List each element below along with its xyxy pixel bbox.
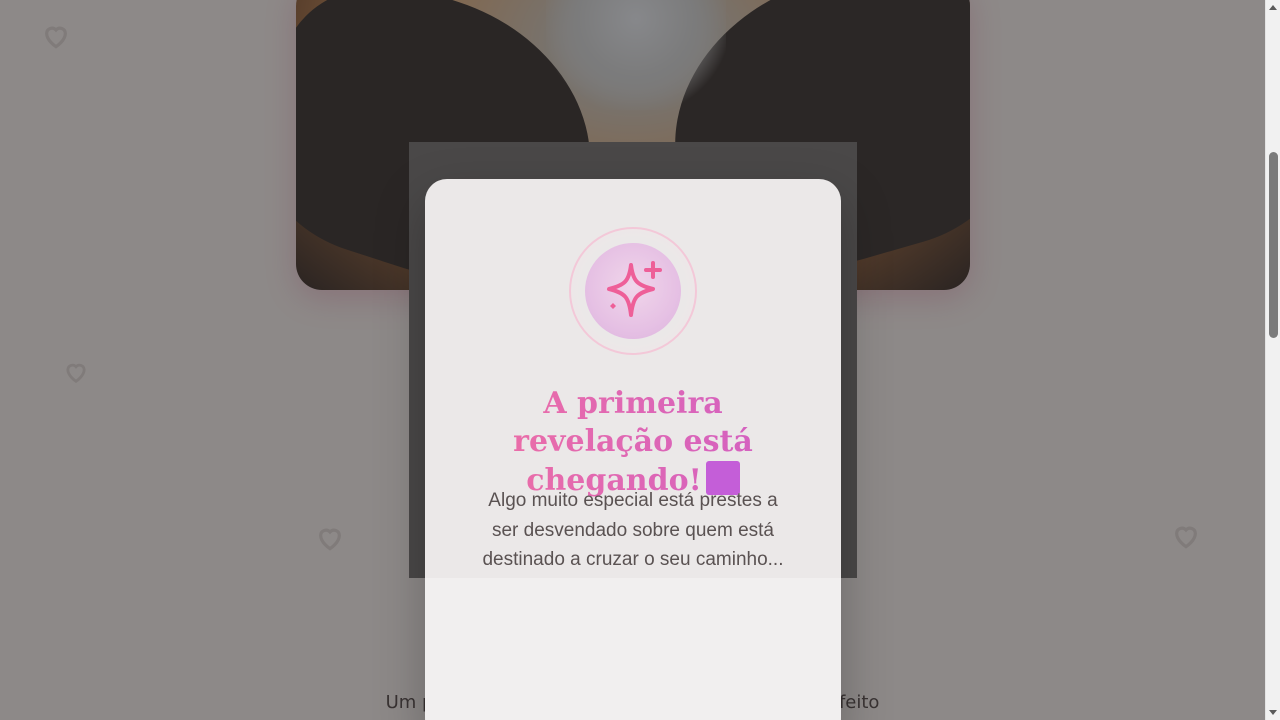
modal-title: A primeira revelação está chegando! bbox=[465, 385, 801, 500]
scroll-down-arrow-icon[interactable] bbox=[1269, 710, 1277, 715]
modal-lower-area bbox=[425, 578, 841, 720]
modal-description: Algo muito especial está prestes a ser d… bbox=[482, 490, 784, 570]
scroll-up-arrow-icon[interactable] bbox=[1269, 5, 1277, 10]
scrollbar[interactable] bbox=[1265, 0, 1280, 720]
sparkles-icon bbox=[607, 261, 662, 317]
scrollbar-thumb[interactable] bbox=[1269, 152, 1278, 338]
icon-ring bbox=[569, 227, 697, 355]
